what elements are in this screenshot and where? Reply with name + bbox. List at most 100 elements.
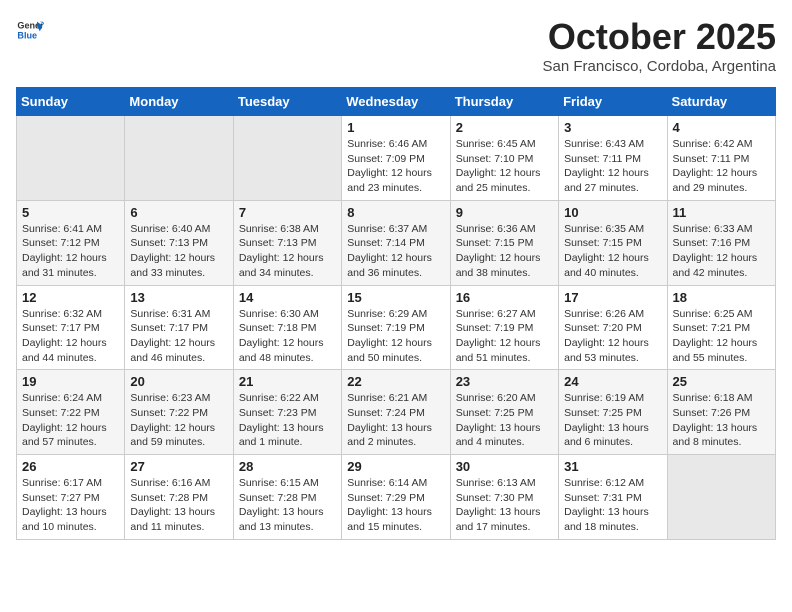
- day-info: Sunrise: 6:37 AMSunset: 7:14 PMDaylight:…: [347, 222, 444, 281]
- day-info: Sunrise: 6:24 AMSunset: 7:22 PMDaylight:…: [22, 391, 119, 450]
- title-block: October 2025 San Francisco, Cordoba, Arg…: [543, 16, 776, 75]
- day-number: 15: [347, 290, 444, 305]
- calendar-day-cell: 31 Sunrise: 6:12 AMSunset: 7:31 PMDayligh…: [559, 455, 667, 540]
- day-number: 7: [239, 205, 336, 220]
- day-number: 5: [22, 205, 119, 220]
- day-number: 31: [564, 459, 661, 474]
- calendar-day-cell: 28Sunrise: 6:15 AMSunset: 7:28 PMDayligh…: [233, 455, 341, 540]
- day-info: Sunrise: 6:23 AMSunset: 7:22 PMDaylight:…: [130, 391, 227, 450]
- calendar-day-cell: 5 Sunrise: 6:41 AMSunset: 7:12 PMDaylight…: [17, 200, 125, 285]
- day-info: Sunrise: 6:43 AMSunset: 7:11 PMDaylight:…: [564, 137, 661, 196]
- day-number: 6: [130, 205, 227, 220]
- column-header-tuesday: Tuesday: [233, 88, 341, 116]
- calendar-day-cell: 19 Sunrise: 6:24 AMSunset: 7:22 PMDayligh…: [17, 370, 125, 455]
- day-info: Sunrise: 6:14 AMSunset: 7:29 PMDaylight:…: [347, 476, 444, 535]
- day-info: Sunrise: 6:30 AMSunset: 7:18 PMDaylight:…: [239, 307, 336, 366]
- day-info: Sunrise: 6:17 AMSunset: 7:27 PMDaylight:…: [22, 476, 119, 535]
- day-number: 27: [130, 459, 227, 474]
- calendar-day-cell: 1 Sunrise: 6:46 AMSunset: 7:09 PMDaylight…: [342, 116, 450, 201]
- location-subtitle: San Francisco, Cordoba, Argentina: [543, 58, 776, 75]
- day-info: Sunrise: 6:36 AMSunset: 7:15 PMDaylight:…: [456, 222, 553, 281]
- calendar-day-cell: 6 Sunrise: 6:40 AMSunset: 7:13 PMDaylight…: [125, 200, 233, 285]
- calendar-day-cell: 20 Sunrise: 6:23 AMSunset: 7:22 PMDayligh…: [125, 370, 233, 455]
- column-header-thursday: Thursday: [450, 88, 558, 116]
- calendar-day-cell: 13 Sunrise: 6:31 AMSunset: 7:17 PMDayligh…: [125, 285, 233, 370]
- calendar-day-cell: 4Sunrise: 6:42 AMSunset: 7:11 PMDaylight…: [667, 116, 775, 201]
- day-number: 1: [347, 120, 444, 135]
- column-header-sunday: Sunday: [17, 88, 125, 116]
- day-number: 28: [239, 459, 336, 474]
- calendar-day-cell: 23 Sunrise: 6:20 AMSunset: 7:25 PMDayligh…: [450, 370, 558, 455]
- calendar-day-cell: [233, 116, 341, 201]
- calendar-day-cell: 2 Sunrise: 6:45 AMSunset: 7:10 PMDaylight…: [450, 116, 558, 201]
- day-number: 3: [564, 120, 661, 135]
- calendar-day-cell: 22 Sunrise: 6:21 AMSunset: 7:24 PMDayligh…: [342, 370, 450, 455]
- calendar-day-cell: 21Sunrise: 6:22 AMSunset: 7:23 PMDayligh…: [233, 370, 341, 455]
- day-info: Sunrise: 6:41 AMSunset: 7:12 PMDaylight:…: [22, 222, 119, 281]
- calendar-week-row: 19 Sunrise: 6:24 AMSunset: 7:22 PMDayligh…: [17, 370, 776, 455]
- calendar-day-cell: 17 Sunrise: 6:26 AMSunset: 7:20 PMDayligh…: [559, 285, 667, 370]
- calendar-day-cell: 30 Sunrise: 6:13 AMSunset: 7:30 PMDayligh…: [450, 455, 558, 540]
- day-number: 20: [130, 374, 227, 389]
- day-info: Sunrise: 6:16 AMSunset: 7:28 PMDaylight:…: [130, 476, 227, 535]
- day-number: 13: [130, 290, 227, 305]
- calendar-day-cell: 26Sunrise: 6:17 AMSunset: 7:27 PMDayligh…: [17, 455, 125, 540]
- day-info: Sunrise: 6:22 AMSunset: 7:23 PMDaylight:…: [239, 391, 336, 450]
- calendar-day-cell: [667, 455, 775, 540]
- day-info: Sunrise: 6:26 AMSunset: 7:20 PMDaylight:…: [564, 307, 661, 366]
- day-info: Sunrise: 6:31 AMSunset: 7:17 PMDaylight:…: [130, 307, 227, 366]
- day-info: Sunrise: 6:42 AMSunset: 7:11 PMDaylight:…: [673, 137, 770, 196]
- column-header-wednesday: Wednesday: [342, 88, 450, 116]
- day-number: 2: [456, 120, 553, 135]
- month-title: October 2025: [543, 16, 776, 58]
- calendar-day-cell: 16 Sunrise: 6:27 AMSunset: 7:19 PMDayligh…: [450, 285, 558, 370]
- calendar-week-row: 5 Sunrise: 6:41 AMSunset: 7:12 PMDaylight…: [17, 200, 776, 285]
- calendar-day-cell: 3 Sunrise: 6:43 AMSunset: 7:11 PMDaylight…: [559, 116, 667, 201]
- day-info: Sunrise: 6:38 AMSunset: 7:13 PMDaylight:…: [239, 222, 336, 281]
- calendar-week-row: 26Sunrise: 6:17 AMSunset: 7:27 PMDayligh…: [17, 455, 776, 540]
- day-info: Sunrise: 6:13 AMSunset: 7:30 PMDaylight:…: [456, 476, 553, 535]
- day-info: Sunrise: 6:40 AMSunset: 7:13 PMDaylight:…: [130, 222, 227, 281]
- day-info: Sunrise: 6:18 AMSunset: 7:26 PMDaylight:…: [673, 391, 770, 450]
- logo-icon: General Blue: [16, 16, 44, 44]
- day-number: 16: [456, 290, 553, 305]
- day-number: 25: [673, 374, 770, 389]
- day-number: 23: [456, 374, 553, 389]
- day-info: Sunrise: 6:20 AMSunset: 7:25 PMDaylight:…: [456, 391, 553, 450]
- day-number: 19: [22, 374, 119, 389]
- calendar-day-cell: 7 Sunrise: 6:38 AMSunset: 7:13 PMDaylight…: [233, 200, 341, 285]
- day-info: Sunrise: 6:29 AMSunset: 7:19 PMDaylight:…: [347, 307, 444, 366]
- day-number: 29: [347, 459, 444, 474]
- day-number: 30: [456, 459, 553, 474]
- day-info: Sunrise: 6:12 AMSunset: 7:31 PMDaylight:…: [564, 476, 661, 535]
- day-info: Sunrise: 6:45 AMSunset: 7:10 PMDaylight:…: [456, 137, 553, 196]
- day-number: 10: [564, 205, 661, 220]
- calendar-day-cell: 18Sunrise: 6:25 AMSunset: 7:21 PMDayligh…: [667, 285, 775, 370]
- calendar-day-cell: 8 Sunrise: 6:37 AMSunset: 7:14 PMDaylight…: [342, 200, 450, 285]
- calendar-day-cell: 24Sunrise: 6:19 AMSunset: 7:25 PMDayligh…: [559, 370, 667, 455]
- calendar-day-cell: 9 Sunrise: 6:36 AMSunset: 7:15 PMDaylight…: [450, 200, 558, 285]
- day-number: 8: [347, 205, 444, 220]
- day-number: 22: [347, 374, 444, 389]
- day-info: Sunrise: 6:46 AMSunset: 7:09 PMDaylight:…: [347, 137, 444, 196]
- calendar-day-cell: [17, 116, 125, 201]
- page-header: General Blue October 2025 San Francisco,…: [16, 16, 776, 75]
- day-info: Sunrise: 6:21 AMSunset: 7:24 PMDaylight:…: [347, 391, 444, 450]
- calendar-week-row: 12 Sunrise: 6:32 AMSunset: 7:17 PMDayligh…: [17, 285, 776, 370]
- logo: General Blue: [16, 16, 44, 44]
- column-header-monday: Monday: [125, 88, 233, 116]
- day-info: Sunrise: 6:35 AMSunset: 7:15 PMDaylight:…: [564, 222, 661, 281]
- day-number: 18: [673, 290, 770, 305]
- day-number: 9: [456, 205, 553, 220]
- calendar-day-cell: 29 Sunrise: 6:14 AMSunset: 7:29 PMDayligh…: [342, 455, 450, 540]
- column-header-friday: Friday: [559, 88, 667, 116]
- day-info: Sunrise: 6:33 AMSunset: 7:16 PMDaylight:…: [673, 222, 770, 281]
- day-info: Sunrise: 6:32 AMSunset: 7:17 PMDaylight:…: [22, 307, 119, 366]
- day-number: 17: [564, 290, 661, 305]
- calendar-day-cell: 25 Sunrise: 6:18 AMSunset: 7:26 PMDayligh…: [667, 370, 775, 455]
- day-info: Sunrise: 6:27 AMSunset: 7:19 PMDaylight:…: [456, 307, 553, 366]
- calendar-day-cell: 11Sunrise: 6:33 AMSunset: 7:16 PMDayligh…: [667, 200, 775, 285]
- day-number: 12: [22, 290, 119, 305]
- calendar-day-cell: 10 Sunrise: 6:35 AMSunset: 7:15 PMDayligh…: [559, 200, 667, 285]
- calendar-header-row: SundayMondayTuesdayWednesdayThursdayFrid…: [17, 88, 776, 116]
